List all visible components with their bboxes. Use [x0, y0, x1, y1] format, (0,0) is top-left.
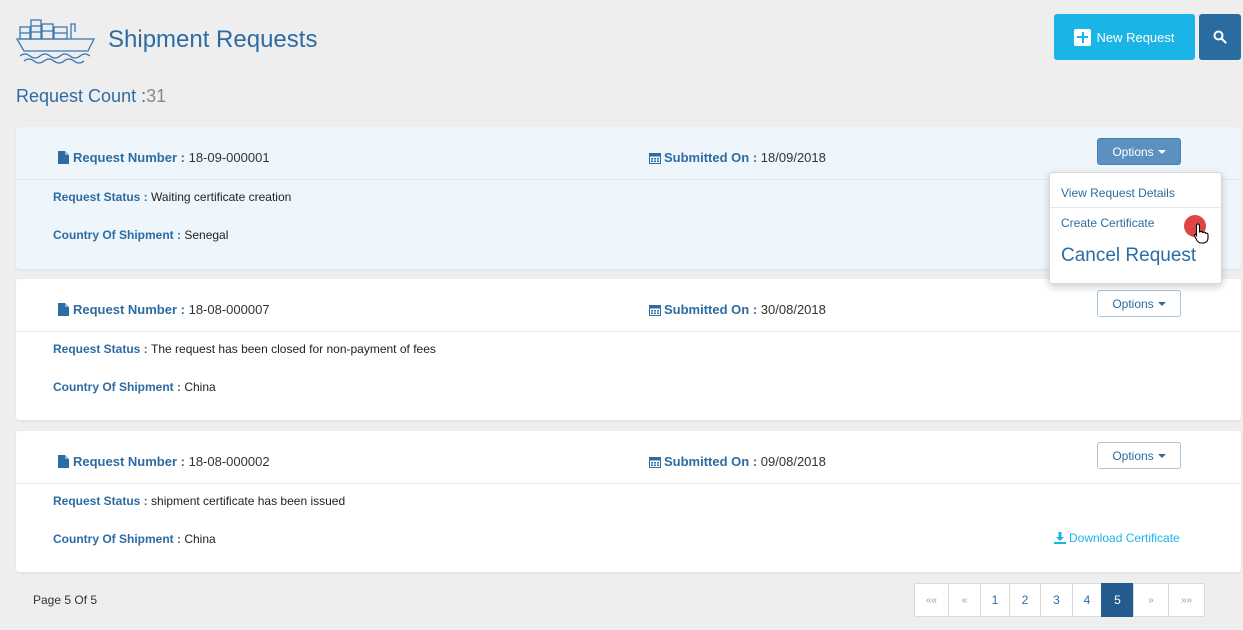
request-number-label: Request Number :: [73, 150, 185, 165]
request-count-value: 31: [146, 86, 167, 106]
country-of-shipment: Country Of Shipment : China: [53, 532, 216, 546]
request-status: Request Status : Waiting certificate cre…: [53, 190, 291, 204]
new-request-label: New Request: [1096, 29, 1175, 45]
request-status-value: Waiting certificate creation: [151, 190, 292, 204]
submitted-on: Submitted On : 18/09/2018: [649, 150, 826, 165]
request-card: Request Number : 18-08-000002 Submitted …: [16, 431, 1241, 572]
request-status-label: Request Status :: [53, 494, 148, 508]
download-certificate-label: Download Certificate: [1069, 531, 1180, 545]
page-button-5[interactable]: 5: [1101, 583, 1134, 617]
request-number: Request Number : 18-08-000002: [58, 454, 270, 469]
first-page-button[interactable]: ««: [914, 583, 949, 617]
caret-down-icon: [1157, 149, 1166, 154]
country-of-shipment: Country Of Shipment : China: [53, 380, 216, 394]
request-number-label: Request Number :: [73, 302, 185, 317]
request-count-label: Request Count :: [16, 86, 147, 106]
request-card: Request Number : 18-08-000007 Submitted …: [16, 279, 1241, 420]
page-button-1[interactable]: 1: [980, 583, 1010, 617]
submitted-on-label: Submitted On :: [664, 150, 758, 165]
submitted-on-label: Submitted On :: [664, 302, 758, 317]
request-status-value: The request has been closed for non-paym…: [151, 342, 436, 356]
file-icon: [58, 151, 69, 164]
pagination: «« « 1 2 3 4 5 » »»: [914, 583, 1205, 617]
search-icon: [1213, 30, 1227, 44]
download-icon: [1054, 532, 1066, 544]
next-page-button[interactable]: »: [1133, 583, 1169, 617]
request-number-value: 18-08-000007: [188, 302, 270, 317]
country-of-shipment: Country Of Shipment : Senegal: [53, 228, 228, 242]
options-label: Options: [1112, 144, 1154, 159]
submitted-on-value: 18/09/2018: [760, 150, 826, 165]
request-number: Request Number : 18-08-000007: [58, 302, 270, 317]
options-label: Options: [1112, 296, 1154, 311]
last-page-button[interactable]: »»: [1168, 583, 1205, 617]
plus-square-icon: [1074, 28, 1092, 46]
submitted-on: Submitted On : 30/08/2018: [649, 302, 826, 317]
submitted-on-value: 30/08/2018: [760, 302, 826, 317]
ship-icon: [16, 19, 96, 64]
country-label: Country Of Shipment :: [53, 228, 181, 242]
options-button[interactable]: Options: [1097, 290, 1181, 317]
download-certificate-link[interactable]: Download Certificate: [1054, 531, 1180, 545]
country-label: Country Of Shipment :: [53, 380, 181, 394]
request-count: Request Count :31: [16, 86, 166, 107]
page-header: Shipment Requests New Request: [0, 0, 1243, 80]
new-request-button[interactable]: New Request: [1054, 14, 1195, 60]
page-button-2[interactable]: 2: [1009, 583, 1041, 617]
request-number-label: Request Number :: [73, 454, 185, 469]
page-title: Shipment Requests: [108, 26, 318, 53]
options-label: Options: [1112, 448, 1154, 463]
submitted-on: Submitted On : 09/08/2018: [649, 454, 826, 469]
file-icon: [58, 455, 69, 468]
country-label: Country Of Shipment :: [53, 532, 181, 546]
page-button-4[interactable]: 4: [1072, 583, 1102, 617]
file-icon: [58, 303, 69, 316]
request-status: Request Status : The request has been cl…: [53, 342, 436, 356]
submitted-on-value: 09/08/2018: [760, 454, 826, 469]
options-button[interactable]: Options: [1097, 442, 1181, 469]
prev-page-button[interactable]: «: [948, 583, 981, 617]
request-status-value: shipment certificate has been issued: [151, 494, 346, 508]
menu-item-cancel-request[interactable]: Cancel Request: [1061, 245, 1196, 267]
menu-item-view-request-details[interactable]: View Request Details: [1061, 186, 1175, 200]
options-button[interactable]: Options: [1097, 138, 1181, 165]
calendar-icon: [649, 456, 661, 468]
request-status-label: Request Status :: [53, 342, 148, 356]
caret-down-icon: [1157, 453, 1166, 458]
request-number-value: 18-09-000001: [188, 150, 270, 165]
submitted-on-label: Submitted On :: [664, 454, 758, 469]
request-status: Request Status : shipment certificate ha…: [53, 494, 345, 508]
mouse-pointer-icon: [1193, 223, 1209, 244]
caret-down-icon: [1157, 301, 1166, 306]
calendar-icon: [649, 304, 661, 316]
country-value: China: [184, 380, 216, 394]
menu-divider: [1050, 207, 1221, 208]
request-number: Request Number : 18-09-000001: [58, 150, 270, 165]
country-value: China: [184, 532, 216, 546]
request-number-value: 18-08-000002: [188, 454, 270, 469]
request-status-label: Request Status :: [53, 190, 148, 204]
calendar-icon: [649, 152, 661, 164]
country-value: Senegal: [184, 228, 229, 242]
page-button-3[interactable]: 3: [1040, 583, 1073, 617]
page-info: Page 5 Of 5: [33, 593, 98, 607]
menu-item-create-certificate[interactable]: Create Certificate: [1061, 216, 1154, 230]
search-button[interactable]: [1199, 14, 1241, 60]
